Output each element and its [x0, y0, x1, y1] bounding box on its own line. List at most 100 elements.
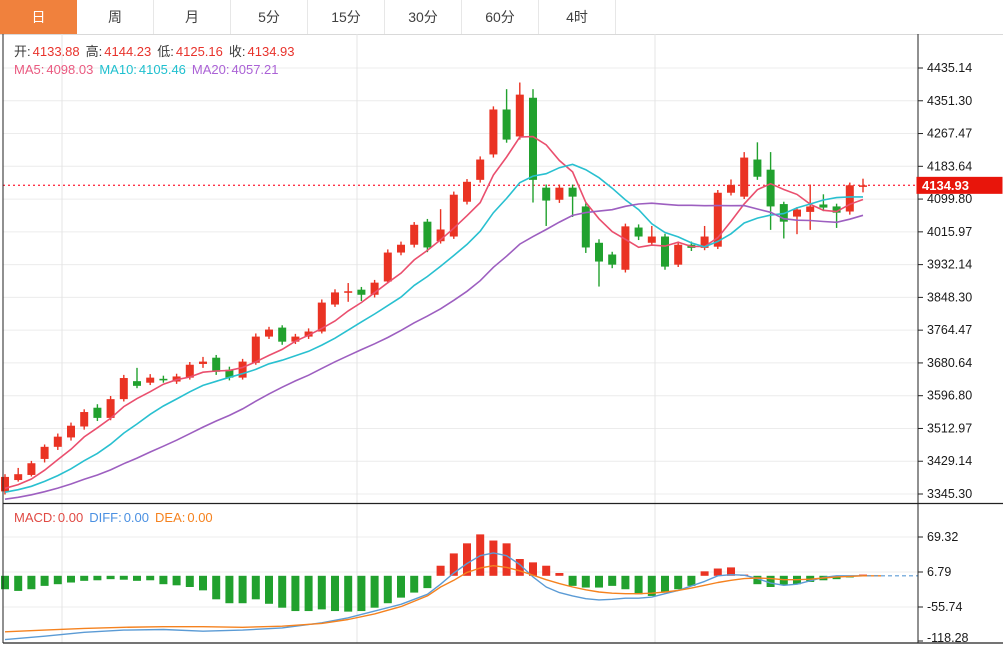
- ohlc-info-row: 开:4133.88高:4144.23低:4125.16收:4134.93: [14, 41, 301, 60]
- macd-bar: [384, 576, 392, 603]
- ohlc-value: 4125.16: [176, 44, 223, 59]
- macd-axis-label: 6.79: [927, 565, 951, 579]
- macd-label: MACD:: [14, 510, 56, 525]
- price-axis-label: 4015.97: [927, 225, 972, 239]
- ma-label: MA20:: [192, 62, 230, 77]
- ma10-line: [5, 164, 863, 492]
- macd-bar: [133, 576, 141, 581]
- macd-label: DEA:: [155, 510, 185, 525]
- candle: [727, 185, 735, 193]
- macd-bar: [199, 576, 207, 591]
- price-axis-label: 4351.30: [927, 94, 972, 108]
- macd-bar: [331, 576, 339, 611]
- macd-bar: [1, 576, 9, 589]
- price-axis-label: 3512.97: [927, 421, 972, 435]
- ohlc-value: 4133.88: [33, 44, 80, 59]
- macd-bar: [159, 576, 167, 584]
- price-axis-label: 3932.14: [927, 258, 972, 272]
- macd-bar: [661, 576, 669, 593]
- candle: [252, 337, 260, 363]
- macd-bar: [674, 576, 682, 589]
- macd-bar: [239, 576, 247, 603]
- macd-bar: [357, 576, 365, 611]
- tab-timeframe-3[interactable]: 5分: [231, 0, 308, 34]
- macd-bar: [595, 576, 603, 588]
- macd-bar: [582, 576, 590, 588]
- macd-bar: [14, 576, 22, 591]
- tab-timeframe-4[interactable]: 15分: [308, 0, 385, 34]
- ohlc-label: 低:: [157, 44, 174, 59]
- candle: [423, 222, 431, 248]
- ohlc-value: 4134.93: [248, 44, 295, 59]
- candle: [410, 225, 418, 245]
- macd-bar: [621, 576, 629, 589]
- macd-bar: [397, 576, 405, 598]
- candle: [661, 237, 669, 267]
- macd-label: DIFF:: [89, 510, 122, 525]
- macd-bar: [489, 541, 497, 576]
- ma-label: MA10:: [99, 62, 137, 77]
- macd-bar: [186, 576, 194, 587]
- candle: [199, 362, 207, 364]
- candle: [476, 160, 484, 180]
- ohlc-label: 高:: [86, 44, 103, 59]
- candle: [212, 358, 220, 372]
- candle: [516, 95, 524, 137]
- price-chart-svg[interactable]: 4435.144351.304267.474183.644099.804015.…: [0, 34, 1003, 653]
- last-price-badge-value: 4134.93: [922, 178, 969, 193]
- candle: [80, 412, 88, 426]
- candle: [569, 188, 577, 197]
- candle: [767, 170, 775, 207]
- macd-info-row: MACD:0.00DIFF:0.00DEA:0.00: [14, 510, 219, 525]
- macd-axis-label: -55.74: [927, 600, 962, 614]
- candle: [27, 463, 35, 475]
- candle: [146, 378, 154, 383]
- candle: [54, 437, 62, 447]
- candle: [239, 362, 247, 378]
- candle: [648, 237, 656, 243]
- macd-bar: [41, 576, 49, 586]
- price-axis-label: 4099.80: [927, 192, 972, 206]
- ma-value: 4105.46: [139, 62, 186, 77]
- macd-bar: [265, 576, 273, 604]
- candle: [674, 245, 682, 265]
- candle: [133, 381, 141, 386]
- macd-bar: [344, 576, 352, 612]
- macd-bar: [371, 576, 379, 608]
- candle: [331, 292, 339, 304]
- price-axis-label: 4267.47: [927, 127, 972, 141]
- macd-bar: [93, 576, 101, 580]
- macd-bar: [555, 573, 563, 576]
- price-axis-label: 3345.30: [927, 487, 972, 501]
- macd-bar: [120, 576, 128, 580]
- macd-bar: [67, 576, 75, 583]
- tab-timeframe-7[interactable]: 4时: [539, 0, 616, 34]
- macd-bar: [437, 566, 445, 576]
- macd-bar: [146, 576, 154, 580]
- candle: [489, 109, 497, 154]
- candle: [635, 228, 643, 237]
- macd-value: 0.00: [124, 510, 149, 525]
- candle: [542, 188, 550, 201]
- macd-bar: [542, 566, 550, 576]
- candle: [93, 408, 101, 418]
- macd-bar: [701, 571, 709, 575]
- macd-bar: [503, 543, 511, 575]
- price-axis-label: 3848.30: [927, 290, 972, 304]
- macd-bar: [608, 576, 616, 586]
- price-axis-label: 3680.64: [927, 356, 972, 370]
- tab-timeframe-2[interactable]: 月: [154, 0, 231, 34]
- tab-timeframe-1[interactable]: 周: [77, 0, 154, 34]
- macd-value: 0.00: [187, 510, 212, 525]
- price-axis-label: 4435.14: [927, 61, 972, 75]
- candle: [463, 182, 471, 202]
- macd-bar: [291, 576, 299, 611]
- macd-bar: [173, 576, 181, 586]
- tab-timeframe-6[interactable]: 60分: [462, 0, 539, 34]
- candle: [384, 253, 392, 282]
- tab-timeframe-5[interactable]: 30分: [385, 0, 462, 34]
- tab-timeframe-0[interactable]: 日: [0, 0, 77, 34]
- ma-value: 4057.21: [232, 62, 279, 77]
- price-axis-label: 3429.14: [927, 454, 972, 468]
- candle: [806, 206, 814, 211]
